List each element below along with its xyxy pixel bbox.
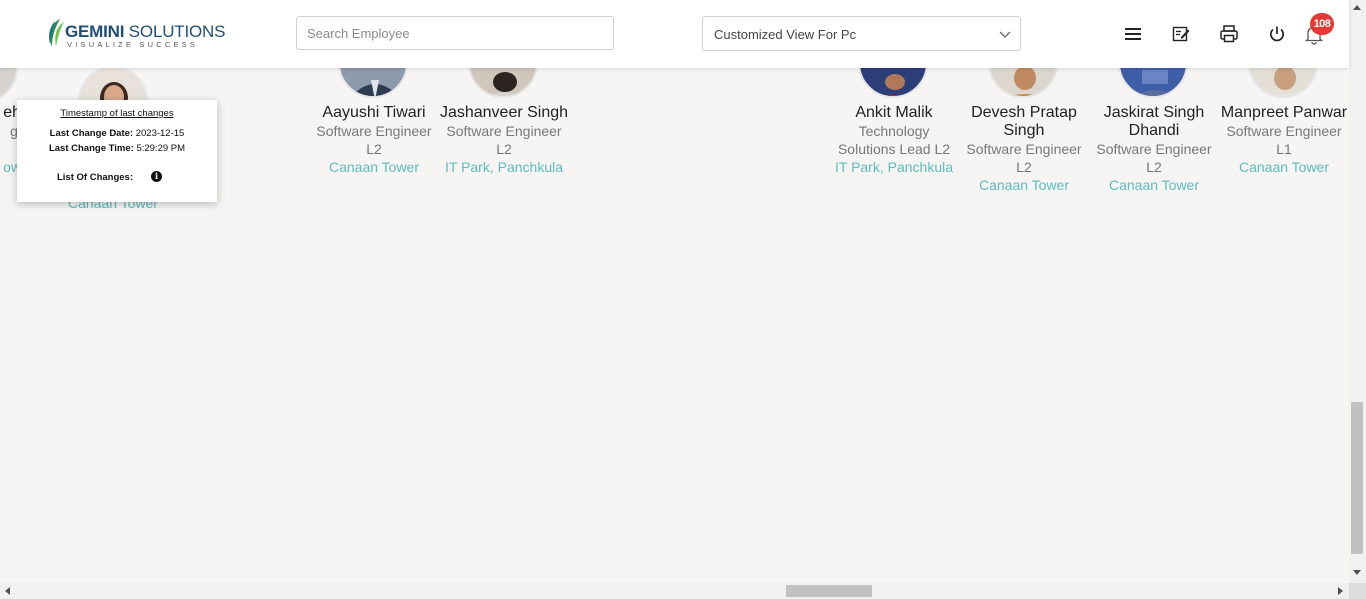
print-icon[interactable] [1218,23,1240,45]
logo-name-suffix: SOLUTIONS [128,22,226,41]
last-change-date-value: 2023-12-15 [135,128,185,139]
last-change-date-label: Last Change Date: [49,128,134,139]
employee-avatar[interactable] [858,68,928,98]
employee-name: Aayushi Tiwari [322,104,426,121]
person-photo-icon [351,80,399,96]
employee-avatar[interactable] [1118,68,1188,98]
view-select-value: Customized View For Pc [714,27,857,42]
leaf-logo-icon [49,19,64,47]
vertical-scrollbar-thumb[interactable] [1351,402,1363,554]
employee-location[interactable]: Canaan Tower [959,176,1089,194]
employee-location[interactable]: Canaan Tower [1219,158,1349,176]
employee-location[interactable]: IT Park, Panchkula [829,158,959,176]
employee-location[interactable]: Canaan Tower [309,158,439,176]
notification-count-badge[interactable]: 108 [1310,13,1334,35]
app-header: GEMINI SOLUTIONS VISUALIZE SUCCESS Custo… [0,0,1349,68]
person-photo-icon [1270,68,1300,96]
last-change-tooltip: Timestamp of last changes Last Change Da… [17,100,217,202]
person-photo-icon [488,72,522,96]
employee-location[interactable]: IT Park, Panchkula [439,158,569,176]
employee-card[interactable]: Jashanveer Singh Software Engineer L2 IT… [439,104,569,176]
menu-icon[interactable] [1122,23,1144,45]
employee-role: Software Engineer L2 [316,123,432,157]
employee-card[interactable]: Devesh Pratap Singh Software Engineer L2… [959,104,1089,194]
logo-tagline: VISUALIZE SUCCESS [67,40,199,49]
person-photo-icon [1010,68,1040,96]
edit-note-icon[interactable] [1170,23,1192,45]
employee-name: Devesh Pratap Singh [971,104,1077,139]
employee-card[interactable]: Manpreet Panwar Software Engineer L1 Can… [1219,104,1349,176]
search-employee-input[interactable] [296,16,614,50]
chevron-down-icon [999,31,1011,38]
last-change-time-label: Last Change Time: [48,143,134,154]
employee-card[interactable]: Aayushi Tiwari Software Engineer L2 Cana… [309,104,439,176]
employee-name: Jashanveer Singh [439,104,569,121]
list-of-changes-label: List Of Changes: [56,172,133,183]
employee-avatar[interactable] [988,68,1058,98]
last-change-time-row: Last Change Time: 5:29:29 PM [17,143,217,154]
employee-role: Software Engineer L2 [1096,141,1212,175]
power-icon[interactable] [1266,23,1288,45]
info-icon[interactable]: i [151,171,162,182]
last-change-date-row: Last Change Date: 2023-12-15 [17,128,217,139]
scroll-right-arrow-icon[interactable] [1338,587,1343,595]
list-of-changes-row: List Of Changes: [0,172,195,183]
scroll-up-arrow-icon[interactable] [1353,5,1361,10]
scroll-down-arrow-icon[interactable] [1353,570,1361,575]
logo-wordmark: GEMINI SOLUTIONS [65,22,225,42]
employee-name: Jaskirat Singh Dhandi [1103,104,1205,139]
employee-location[interactable]: Canaan Tower [1089,176,1219,194]
employee-avatar[interactable] [1248,68,1318,98]
employee-avatar[interactable] [338,68,408,98]
employee-avatar[interactable] [468,68,538,98]
company-logo[interactable]: GEMINI SOLUTIONS VISUALIZE SUCCESS [46,16,225,52]
employee-role: Technology Solutions Lead L2 [837,123,951,157]
view-select-dropdown[interactable]: Customized View For Pc [702,16,1021,51]
scrollbar-corner [1349,583,1366,599]
person-photo-icon [1135,70,1175,96]
horizontal-scrollbar-thumb[interactable] [786,585,872,597]
employee-role: Software Engineer L1 [1226,123,1342,157]
horizontal-scrollbar[interactable] [0,583,1349,599]
tooltip-title: Timestamp of last changes [60,108,174,119]
employee-card[interactable]: Jaskirat Singh Dhandi Software Engineer … [1089,104,1219,194]
logo-name: GEMINI [65,22,125,41]
employee-name: Manpreet Panwar [1220,104,1348,121]
employee-card[interactable]: Ankit Malik Technology Solutions Lead L2… [829,104,959,176]
employee-avatar[interactable] [0,68,18,103]
last-change-time-value: 5:29:29 PM [136,143,186,154]
employee-role: Software Engineer L2 [446,123,562,157]
scroll-left-arrow-icon[interactable] [5,587,10,595]
employee-name: Ankit Malik [855,104,933,121]
person-photo-icon [883,74,907,96]
employee-role: Software Engineer L2 [966,141,1082,175]
